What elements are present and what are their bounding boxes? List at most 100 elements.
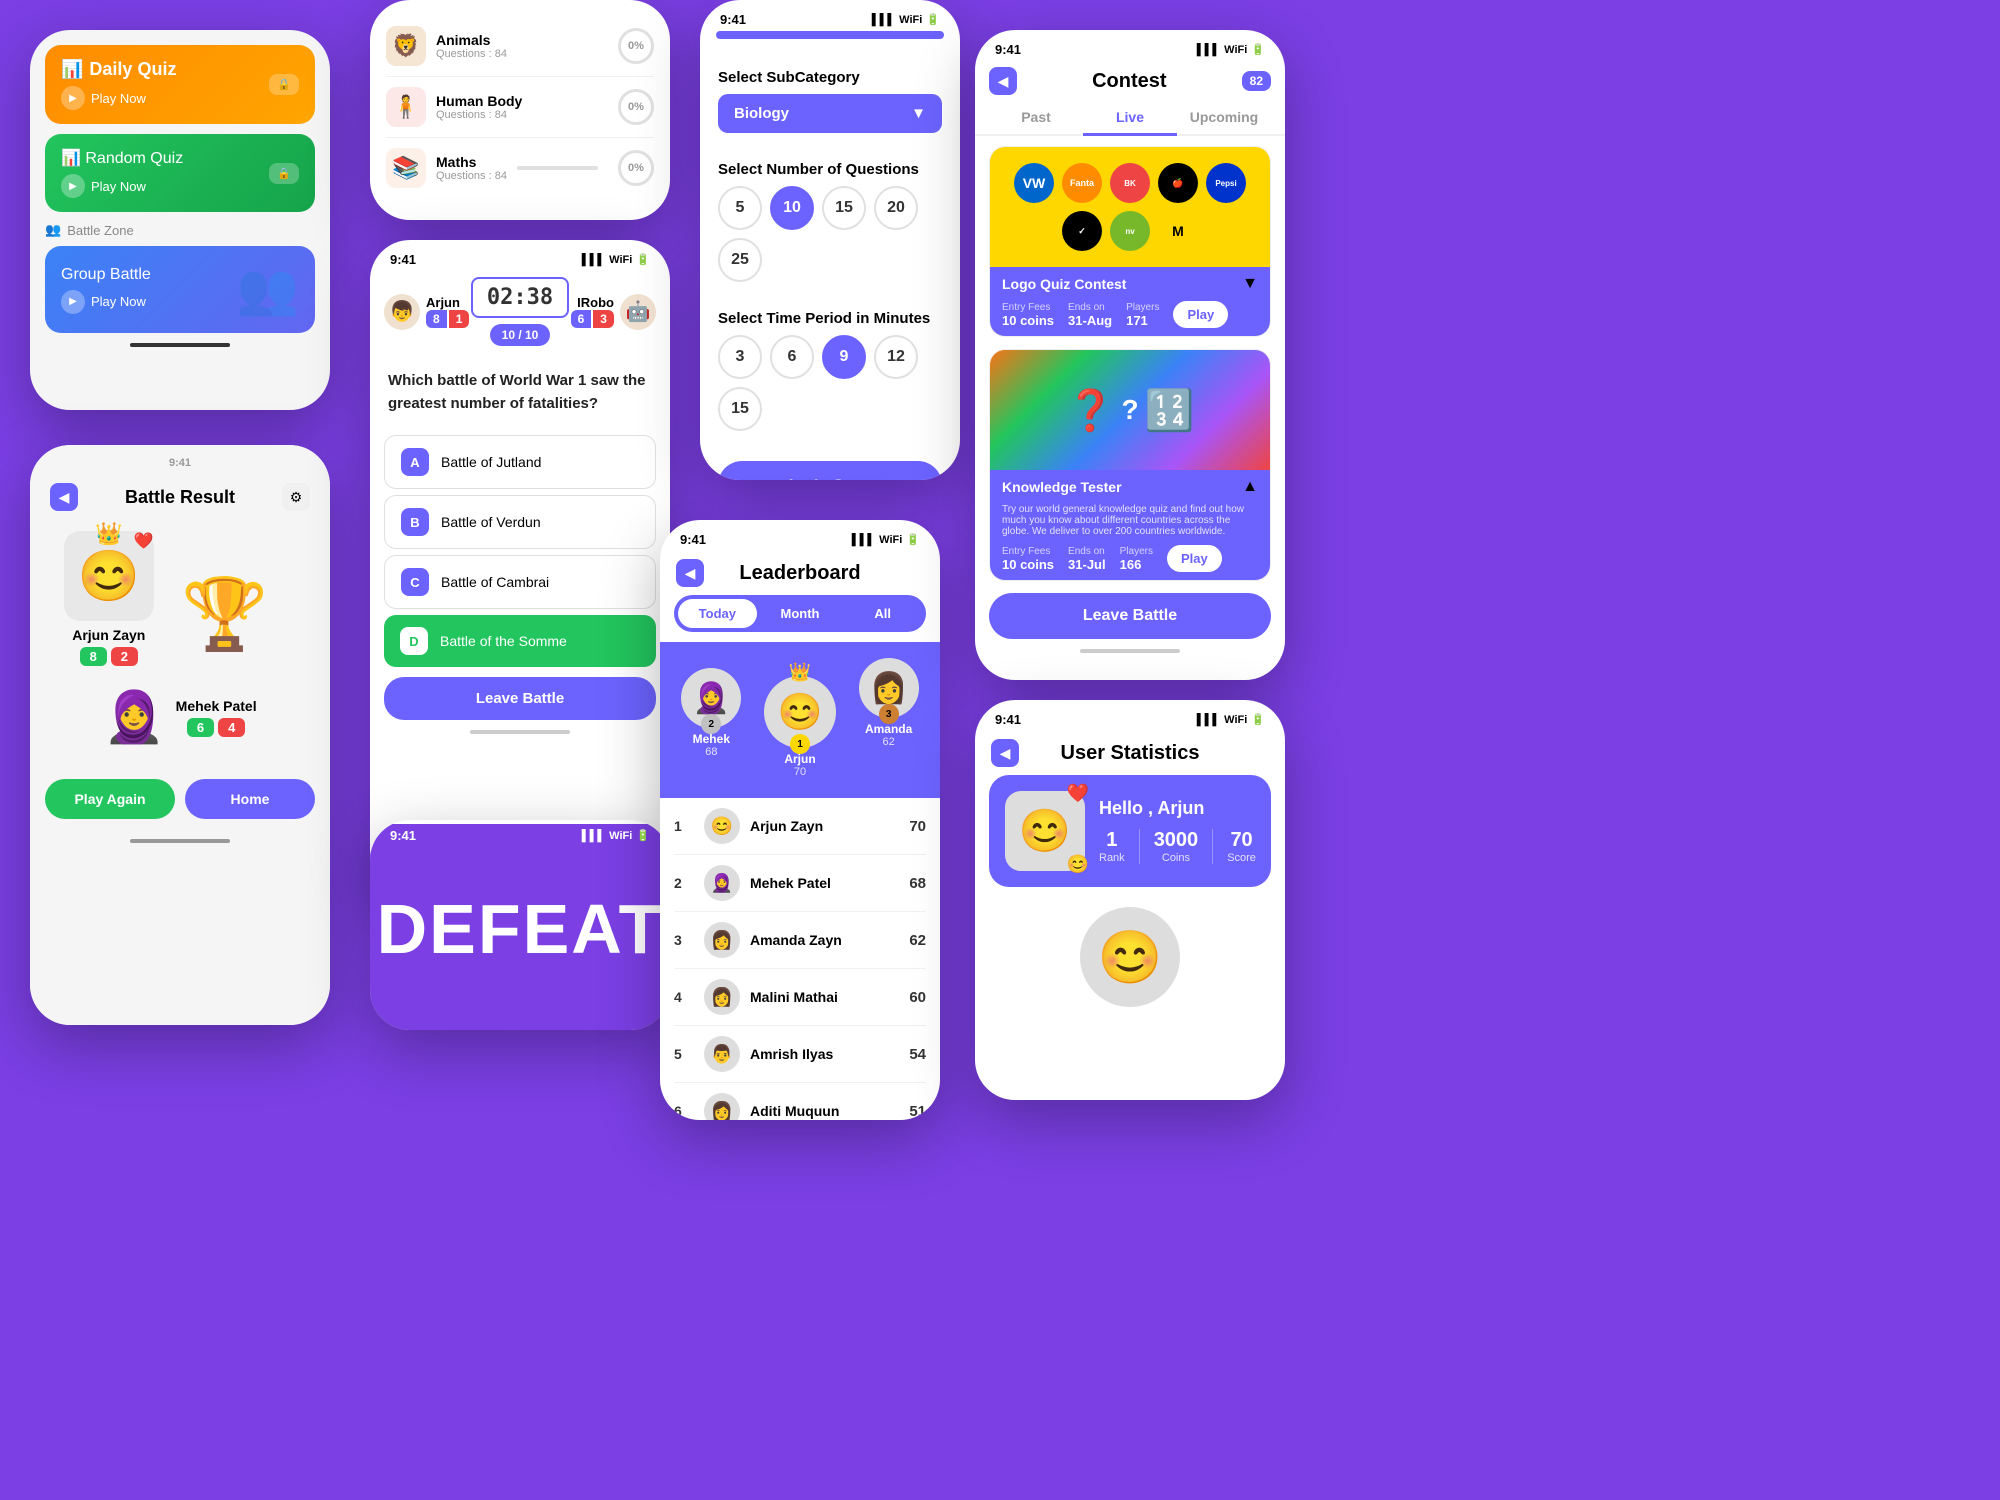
maths-name: Maths — [436, 154, 507, 170]
num-15[interactable]: 15 — [822, 186, 866, 230]
home-indicator-4 — [470, 730, 570, 734]
vw-logo: VW — [1014, 163, 1054, 203]
back-button[interactable]: ◀ — [50, 483, 78, 511]
home-indicator-8 — [1080, 649, 1180, 653]
tab-all[interactable]: All — [843, 599, 922, 628]
logo-quiz-info: Logo Quiz Contest ▼ Entry Fees 10 coins … — [990, 267, 1270, 336]
podium-1st: 😊 👑 1 Arjun 70 — [764, 676, 836, 778]
tab-past[interactable]: Past — [989, 101, 1083, 134]
random-quiz-play-btn[interactable]: ▶ Play Now — [61, 174, 183, 198]
category-animals[interactable]: 🦁 Animals Questions : 84 0% — [386, 16, 654, 77]
category-list: 🦁 Animals Questions : 84 0% 🧍 Human Body… — [386, 16, 654, 198]
subcategory-label: Select SubCategory — [718, 69, 942, 86]
phone-battle-result: 9:41 ◀ Battle Result ⚙ 😊 👑 ❤️ Arjun Zayn… — [30, 445, 330, 1025]
player1-scores: 8 2 — [64, 647, 154, 666]
phone-contest: 9:41 ▌▌▌WiFi🔋 ◀ Contest 82 Past Live Upc… — [975, 30, 1285, 680]
player2-battle: 🤖 IRobo 6 3 — [571, 294, 656, 330]
time-6[interactable]: 6 — [770, 335, 814, 379]
lb-row-4: 4 👩 Malini Mathai 60 — [674, 969, 926, 1026]
bk-logo: BK — [1110, 163, 1150, 203]
stats-avatar: 😊 ❤️ 😊 — [1005, 791, 1085, 871]
status-bar-9: 9:41 ▌▌▌WiFi🔋 — [975, 704, 1285, 731]
battle-result-title: Battle Result — [125, 487, 235, 508]
player2-battle-name: IRobo — [571, 295, 614, 310]
logo-quiz-banner: VW Fanta BK 🍎 Pepsi ✓ nv M — [990, 147, 1270, 267]
maths-progress: 0% — [618, 150, 654, 186]
podium-2nd-avatar: 🧕 2 — [681, 668, 741, 728]
phone-defeat: 9:41 ▌▌▌WiFi🔋 DEFEAT — [370, 820, 670, 1030]
stats-back-button[interactable]: ◀ — [991, 739, 1019, 767]
daily-quiz-card[interactable]: 📊 Daily Quiz ▶ Play Now 🔒 — [45, 45, 315, 124]
humanbody-icon: 🧍 — [386, 87, 426, 127]
podium-2nd: 🧕 2 Mehek 68 — [681, 668, 741, 758]
question-number-pills: 5 10 15 20 25 — [718, 186, 942, 282]
category-maths[interactable]: 📚 Maths Questions : 84 0% — [386, 138, 654, 198]
podium-3rd-avatar: 👩 3 — [859, 658, 919, 718]
leave-battle-button[interactable]: Leave Battle — [989, 593, 1271, 639]
lb-back-button[interactable]: ◀ — [676, 559, 704, 587]
player2-battle-score: 6 — [571, 310, 592, 328]
progress-bar — [716, 31, 944, 39]
lb-row-6: 6 👩 Aditi Muquun 51 — [674, 1083, 926, 1120]
timer-display: 02:38 — [471, 277, 569, 318]
random-lock-badge: 🔒 — [269, 163, 299, 184]
lb-row-1: 1 😊 Arjun Zayn 70 — [674, 798, 926, 855]
leaderboard-header: ◀ Leaderboard — [660, 551, 940, 595]
random-quiz-title: 📊 Random Quiz — [61, 148, 183, 168]
logo-quiz-play-button[interactable]: Play — [1173, 301, 1228, 328]
player2-name: Mehek Patel — [176, 698, 257, 714]
home-indicator-2 — [130, 839, 230, 843]
time-12[interactable]: 12 — [874, 335, 918, 379]
option-d[interactable]: D Battle of the Somme — [384, 615, 656, 667]
humanbody-name: Human Body — [436, 93, 522, 109]
random-quiz-card[interactable]: 📊 Random Quiz ▶ Play Now 🔒 — [45, 134, 315, 212]
time-section: Select Time Period in Minutes 3 6 9 12 1… — [700, 296, 960, 445]
tab-upcoming[interactable]: Upcoming — [1177, 101, 1271, 134]
lock-badge: 🔒 — [269, 74, 299, 95]
tab-today[interactable]: Today — [678, 599, 757, 628]
category-humanbody[interactable]: 🧍 Human Body Questions : 84 0% — [386, 77, 654, 138]
tab-month[interactable]: Month — [761, 599, 840, 628]
num-5[interactable]: 5 — [718, 186, 762, 230]
stat-rank: 1 Rank — [1099, 829, 1125, 864]
leaderboard-list: 1 😊 Arjun Zayn 70 2 🧕 Mehek Patel 68 3 👩… — [660, 798, 940, 1120]
home-button[interactable]: Home — [185, 779, 315, 819]
num-25[interactable]: 25 — [718, 238, 762, 282]
tab-live[interactable]: Live — [1083, 101, 1177, 136]
fanta-logo: Fanta — [1062, 163, 1102, 203]
player2-avatar: 🧕 — [103, 688, 165, 747]
subcategory-dropdown[interactable]: Biology ▼ — [718, 94, 942, 133]
leave-battle-button[interactable]: Leave Battle — [384, 677, 656, 720]
rank-1-badge: 1 — [790, 734, 810, 754]
settings-button[interactable]: ⚙ — [282, 483, 310, 511]
result-buttons: Play Again Home — [30, 779, 330, 829]
play-circle-3-icon: ▶ — [61, 290, 85, 314]
knowledge-play-button[interactable]: Play — [1167, 545, 1222, 572]
player1-score: 8 — [80, 647, 107, 666]
daily-quiz-play-btn[interactable]: ▶ Play Now — [61, 86, 176, 110]
animals-progress: 0% — [618, 28, 654, 64]
rank-2-badge: 2 — [701, 714, 721, 734]
knowledge-banner: ❓?🔢 — [990, 350, 1270, 470]
contest-back-button[interactable]: ◀ — [989, 67, 1017, 95]
time-15[interactable]: 15 — [718, 387, 762, 431]
player1-battle-lives: 1 — [449, 310, 470, 328]
time-9[interactable]: 9 — [822, 335, 866, 379]
lets-start-button[interactable]: Let's Start — [718, 461, 942, 480]
bottom-avatar: 😊 — [1080, 907, 1180, 1007]
group-battle-card[interactable]: Group Battle ▶ Play Now 👥 — [45, 246, 315, 333]
num-10[interactable]: 10 — [770, 186, 814, 230]
humanbody-progress: 0% — [618, 89, 654, 125]
play-again-button[interactable]: Play Again — [45, 779, 175, 819]
time-3[interactable]: 3 — [718, 335, 762, 379]
question-count: 10 / 10 — [490, 324, 551, 346]
option-a[interactable]: A Battle of Jutland — [384, 435, 656, 489]
phone-leaderboard: 9:41 ▌▌▌WiFi🔋 ◀ Leaderboard Today Month … — [660, 520, 940, 1120]
num-20[interactable]: 20 — [874, 186, 918, 230]
option-b[interactable]: B Battle of Verdun — [384, 495, 656, 549]
quiz-question-text: Which battle of World War 1 saw the grea… — [370, 356, 670, 429]
option-c[interactable]: C Battle of Cambrai — [384, 555, 656, 609]
knowledge-meta: Entry Fees 10 coins Ends on 31-Jul Playe… — [1002, 545, 1258, 572]
status-bar-4: 9:41 ▌▌▌WiFi🔋 — [370, 244, 670, 271]
group-battle-play-btn[interactable]: ▶ Play Now — [61, 290, 151, 314]
